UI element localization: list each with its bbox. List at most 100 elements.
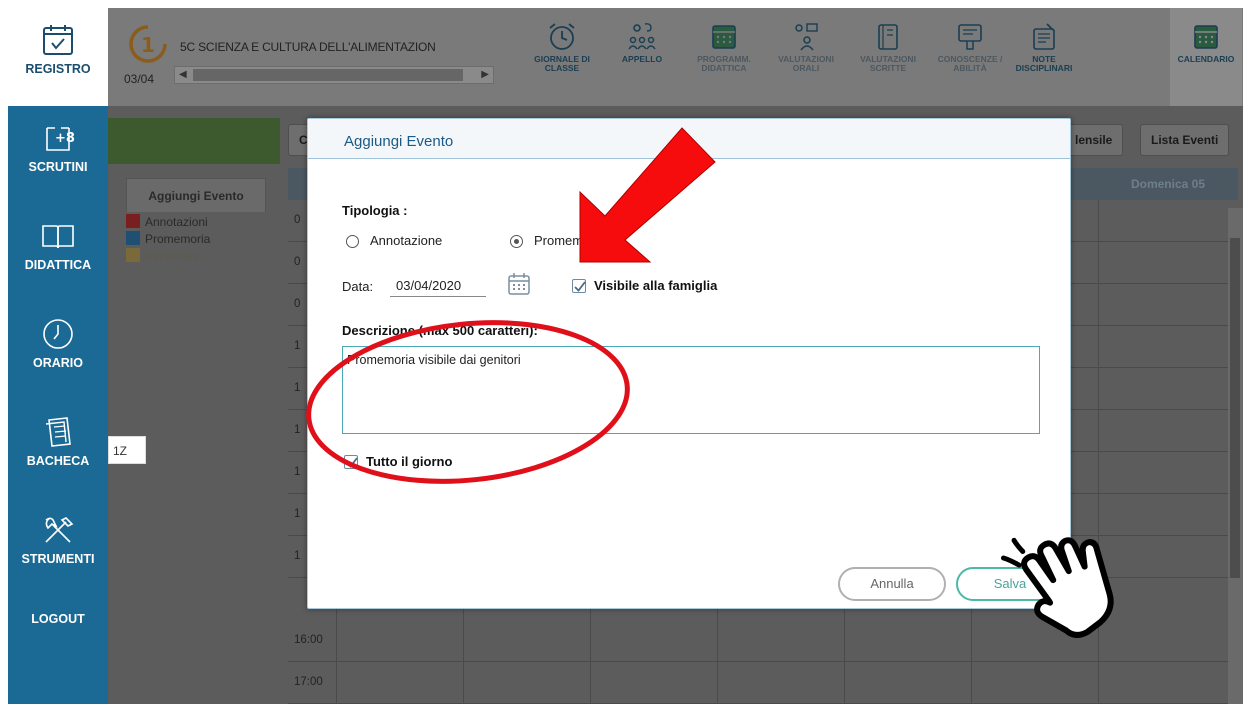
tool-conoscenze-abilita[interactable]: CONOSCENZE / ABILITÀ xyxy=(934,20,1006,73)
sidebar-item-label: REGISTRO xyxy=(25,62,91,76)
legend-item: Personale xyxy=(126,248,210,265)
course-logo-icon: 1 xyxy=(129,25,167,63)
notice-board-icon xyxy=(45,417,71,447)
visibile-famiglia-label: Visibile alla famiglia xyxy=(594,278,718,293)
tool-programm-didattica[interactable]: PROGRAMM. DIDATTICA xyxy=(688,20,760,73)
calendar-picker-icon[interactable] xyxy=(506,271,532,297)
radio-button[interactable] xyxy=(510,235,523,248)
legend-swatch xyxy=(126,248,140,262)
notes-icon xyxy=(1033,23,1055,50)
course-date: 03/04 xyxy=(124,72,155,86)
sidebar-item-strumenti[interactable]: STRUMENTI xyxy=(8,512,108,566)
sidebar-item-label: DIDATTICA xyxy=(24,258,92,272)
radio-button[interactable] xyxy=(346,235,359,248)
sidebar-item-label: SCRUTINI xyxy=(28,160,88,174)
svg-text:+8: +8 xyxy=(55,131,75,146)
calendar-icon xyxy=(1194,25,1218,49)
time-label: 16:00 xyxy=(294,634,323,646)
sidebar-item-label: LOGOUT xyxy=(31,612,85,626)
scroll-right-icon[interactable]: ▶ xyxy=(481,67,489,83)
time-label: 1 xyxy=(294,466,301,478)
tool-valutazioni-orali[interactable]: VALUTAZIONI ORALI xyxy=(770,20,842,73)
legend-label: Annotazioni xyxy=(145,215,208,229)
tool-label: DIDATTICA xyxy=(701,63,747,73)
alarm-clock-icon xyxy=(549,23,575,50)
tool-label: APPELLO xyxy=(621,54,663,64)
check-icon xyxy=(346,457,358,468)
calendar-grid-icon xyxy=(712,25,736,49)
tool-calendario[interactable]: CALENDARIO xyxy=(1170,8,1242,106)
green-header-bar xyxy=(108,118,280,164)
checkbox[interactable] xyxy=(344,455,358,469)
data-label: Data: xyxy=(342,279,374,294)
tool-note-disciplinari[interactable]: NOTE DISCIPLINARI xyxy=(1008,20,1080,73)
date-input[interactable] xyxy=(390,275,486,297)
time-label: 17:00 xyxy=(294,676,323,688)
tool-label: CLASSE xyxy=(544,63,580,73)
legend-item: Promemoria xyxy=(126,231,210,248)
tool-giornale-di-classe[interactable]: GIORNALE DI CLASSE xyxy=(526,20,598,73)
course-scrollbar[interactable]: ◀ ▶ xyxy=(174,66,494,84)
written-eval-icon xyxy=(878,24,898,50)
oral-eval-icon xyxy=(795,23,818,51)
legend-item: Annotazioni xyxy=(126,214,210,231)
top-bar: 1 5C SCIENZA E CULTURA DELL'ALIMENTAZION… xyxy=(108,8,1243,106)
class-tag: 1Z xyxy=(108,436,146,464)
annulla-button[interactable]: Annulla xyxy=(838,567,946,601)
time-label: 1 xyxy=(294,550,301,562)
tool-label: ABILITÀ xyxy=(953,63,987,73)
time-label: 1 xyxy=(294,340,301,352)
tool-valutazioni-scritte[interactable]: VALUTAZIONI SCRITTE xyxy=(852,20,924,73)
add-event-dialog: Aggiungi Evento Tipologia : Annotazione … xyxy=(307,118,1071,609)
radio-label: Annotazione xyxy=(370,233,443,248)
svg-text:1: 1 xyxy=(141,33,155,57)
legend-label: Personale xyxy=(145,249,200,263)
sidebar-item-didattica[interactable]: DIDATTICA xyxy=(8,218,108,272)
time-label: 1 xyxy=(294,382,301,394)
tab-mensile[interactable]: lensile xyxy=(1064,124,1124,156)
event-legend: Annotazioni Promemoria Personale xyxy=(126,214,210,265)
scrutini-icon: +8 xyxy=(46,127,75,151)
time-row[interactable]: 16:00 xyxy=(288,620,1228,662)
tutto-il-giorno-label: Tutto il giorno xyxy=(366,454,453,469)
sidebar-item-orario[interactable]: ORARIO xyxy=(8,316,108,370)
time-label: 0 xyxy=(294,256,301,268)
sidebar-item-bacheca[interactable]: BACHECA xyxy=(8,414,108,468)
course-title[interactable]: 5C SCIENZA E CULTURA DELL'ALIMENTAZION xyxy=(180,40,436,54)
time-label: 1 xyxy=(294,424,301,436)
people-icon xyxy=(628,23,656,50)
sidebar-item-label: BACHECA xyxy=(26,454,90,468)
clock-icon xyxy=(43,319,73,349)
salva-button[interactable]: Salva xyxy=(956,567,1064,601)
legend-swatch xyxy=(126,214,140,228)
sidebar-item-label: ORARIO xyxy=(33,356,83,370)
day-header-domenica: Domenica 05 xyxy=(1130,177,1206,191)
tool-appello[interactable]: APPELLO xyxy=(606,20,678,64)
tool-label: SCRITTE xyxy=(869,63,907,73)
add-event-tab[interactable]: Aggiungi Evento xyxy=(126,178,266,212)
time-label: 0 xyxy=(294,298,301,310)
scrollbar-thumb[interactable] xyxy=(193,69,463,81)
checkbox[interactable] xyxy=(572,279,586,293)
time-row[interactable]: 17:00 xyxy=(288,662,1228,704)
check-icon xyxy=(574,281,586,292)
legend-label: Promemoria xyxy=(145,232,211,246)
tipologia-label: Tipologia : xyxy=(342,203,408,218)
sidebar-item-logout[interactable]: LOGOUT xyxy=(8,612,108,626)
tools-icon xyxy=(45,517,74,543)
scrollbar-thumb[interactable] xyxy=(1230,238,1240,578)
dialog-title: Aggiungi Evento xyxy=(308,119,1070,159)
descrizione-label: Descrizione (max 500 caratteri): xyxy=(342,323,538,338)
sidebar-item-registro[interactable]: REGISTRO xyxy=(8,8,108,106)
calendar-scrollbar[interactable] xyxy=(1228,208,1243,704)
legend-swatch xyxy=(126,231,140,245)
time-label: 1 xyxy=(294,508,301,520)
descrizione-textarea[interactable]: Promemoria visibile dai genitori xyxy=(342,346,1040,434)
sidebar-item-scrutini[interactable]: +8 SCRUTINI xyxy=(8,120,108,174)
sidebar-item-label: STRUMENTI xyxy=(21,552,95,566)
tool-label: DISCIPLINARI xyxy=(1015,63,1073,73)
tool-label: ORALI xyxy=(792,63,820,73)
tab-lista-eventi[interactable]: Lista Eventi xyxy=(1140,124,1230,156)
calendar-check-icon xyxy=(43,25,73,55)
scroll-left-icon[interactable]: ◀ xyxy=(179,67,187,83)
